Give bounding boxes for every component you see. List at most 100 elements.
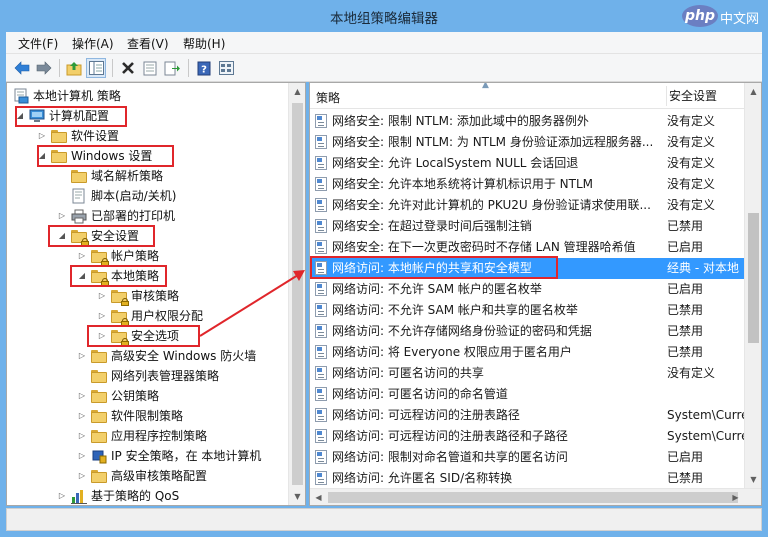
export-list-icon[interactable] bbox=[162, 58, 182, 78]
column-setting[interactable]: 安全设置 bbox=[666, 86, 717, 106]
menu-file[interactable]: 文件(F) bbox=[18, 35, 58, 52]
list-vertical-scrollbar[interactable]: ▲ ▼ bbox=[744, 83, 761, 488]
scroll-down-icon[interactable]: ▼ bbox=[289, 488, 305, 505]
policy-setting: 已启用 bbox=[667, 240, 704, 254]
table-row[interactable]: 网络访问: 可远程访问的注册表路径和子路径 System\Curre bbox=[310, 426, 746, 447]
folder-icon bbox=[91, 368, 107, 384]
table-row[interactable]: 网络安全: 允许本地系统将计算机标识用于 NTLM 没有定义 bbox=[310, 174, 746, 195]
up-folder-icon[interactable] bbox=[64, 58, 84, 78]
tree-firewall-label: 高级安全 Windows 防火墙 bbox=[111, 349, 257, 363]
policy-setting: 没有定义 bbox=[667, 156, 716, 170]
table-row[interactable]: 网络安全: 在下一次更改密码时不存储 LAN 管理器哈希值 已启用 bbox=[310, 237, 746, 258]
collapse-triangle-icon[interactable]: ◢ bbox=[37, 146, 47, 166]
expand-triangle-icon[interactable]: ▷ bbox=[97, 326, 107, 346]
policy-doc-icon bbox=[315, 387, 329, 402]
folder-icon bbox=[91, 408, 107, 424]
policy-name: 网络访问: 可匿名访问的共享 bbox=[332, 366, 484, 380]
secure-folder-icon bbox=[71, 228, 89, 246]
menu-action[interactable]: 操作(A) bbox=[72, 35, 114, 52]
policy-doc-icon bbox=[315, 177, 329, 192]
table-row[interactable]: 网络安全: 在超过登录时间后强制注销 已禁用 bbox=[310, 216, 746, 237]
svg-text:?: ? bbox=[201, 64, 207, 75]
policy-name: 网络访问: 可匿名访问的命名管道 bbox=[332, 387, 508, 401]
policy-name: 网络安全: 在下一次更改密码时不存储 LAN 管理器哈希值 bbox=[332, 240, 636, 254]
help-icon[interactable]: ? bbox=[194, 58, 214, 78]
folder-icon bbox=[91, 468, 107, 484]
expand-triangle-icon[interactable]: ▷ bbox=[77, 346, 87, 366]
table-row[interactable]: 网络访问: 限制对命名管道和共享的匿名访问 已启用 bbox=[310, 447, 746, 468]
expand-triangle-icon[interactable]: ▷ bbox=[77, 466, 87, 486]
tree-account-policies-label: 帐户策略 bbox=[111, 249, 160, 263]
policy-doc-icon bbox=[315, 114, 329, 129]
delete-icon[interactable] bbox=[118, 58, 138, 78]
secure-folder-icon bbox=[91, 268, 109, 286]
expand-triangle-icon[interactable]: ▷ bbox=[97, 306, 107, 326]
table-row[interactable]: 网络访问: 不允许 SAM 帐户的匿名枚举 已启用 bbox=[310, 279, 746, 300]
policy-list[interactable]: ▲ 策略 安全设置 网络安全: 限制 NTLM: 添加此域中的服务器例外 没有定义… bbox=[309, 82, 762, 506]
collapse-triangle-icon[interactable]: ◢ bbox=[57, 226, 67, 246]
watermark-site: 中文网 bbox=[720, 12, 760, 27]
secure-folder-icon bbox=[111, 308, 129, 326]
table-row[interactable]: 网络访问: 允许匿名 SID/名称转换 已禁用 bbox=[310, 468, 746, 489]
policy-doc-icon bbox=[315, 135, 329, 150]
expand-triangle-icon[interactable]: ▷ bbox=[77, 446, 87, 466]
tree-printers-label: 已部署的打印机 bbox=[91, 209, 176, 223]
table-row[interactable]: 网络访问: 本地帐户的共享和安全模型 经典 - 对本地 bbox=[310, 258, 746, 279]
collapse-triangle-icon[interactable]: ◢ bbox=[77, 266, 87, 286]
table-row[interactable]: 网络访问: 将 Everyone 权限应用于匿名用户 已禁用 bbox=[310, 342, 746, 363]
table-row[interactable]: 网络访问: 可匿名访问的命名管道 bbox=[310, 384, 746, 405]
policy-name: 网络访问: 可远程访问的注册表路径 bbox=[332, 408, 520, 422]
scrollbar-thumb[interactable] bbox=[328, 492, 738, 503]
scroll-down-icon[interactable]: ▼ bbox=[745, 471, 761, 488]
expand-triangle-icon[interactable]: ▷ bbox=[37, 126, 47, 146]
table-row[interactable]: 网络访问: 可远程访问的注册表路径 System\Curre bbox=[310, 405, 746, 426]
properties-icon[interactable] bbox=[140, 58, 160, 78]
menu-help[interactable]: 帮助(H) bbox=[183, 35, 225, 52]
back-arrow-icon[interactable] bbox=[12, 58, 32, 78]
expand-triangle-icon[interactable]: ▷ bbox=[57, 206, 67, 226]
scrollbar-thumb[interactable] bbox=[292, 103, 303, 485]
scroll-up-icon[interactable]: ▲ bbox=[745, 83, 761, 100]
expand-triangle-icon[interactable]: ▷ bbox=[97, 286, 107, 306]
folder-icon bbox=[71, 168, 87, 184]
expand-triangle-icon[interactable]: ▷ bbox=[77, 386, 87, 406]
column-policy[interactable]: 策略 bbox=[316, 89, 340, 106]
table-row[interactable]: 网络访问: 不允许存储网络身份验证的密码和凭据 已禁用 bbox=[310, 321, 746, 342]
scroll-up-icon[interactable]: ▲ bbox=[289, 83, 305, 100]
tree-scrollbar[interactable]: ▲ ▼ bbox=[288, 83, 305, 505]
scroll-right-icon[interactable]: ▶ bbox=[727, 489, 744, 505]
table-row[interactable]: 网络访问: 可匿名访问的共享 没有定义 bbox=[310, 363, 746, 384]
title-bar[interactable]: 本地组策略编辑器 php 中文网 bbox=[0, 0, 768, 32]
policy-setting: 没有定义 bbox=[667, 135, 716, 149]
view-icon[interactable] bbox=[216, 58, 236, 78]
table-row[interactable]: 网络访问: 不允许 SAM 帐户和共享的匿名枚举 已禁用 bbox=[310, 300, 746, 321]
table-row[interactable]: 网络安全: 限制 NTLM: 为 NTLM 身份验证添加远程服务器... 没有定义 bbox=[310, 132, 746, 153]
script-icon bbox=[71, 188, 87, 204]
window-title: 本地组策略编辑器 bbox=[330, 11, 438, 27]
policy-doc-icon bbox=[315, 366, 329, 381]
policy-setting: 已启用 bbox=[667, 282, 704, 296]
forward-arrow-icon[interactable] bbox=[34, 58, 54, 78]
scrollbar-thumb[interactable] bbox=[748, 213, 759, 343]
expand-triangle-icon[interactable]: ▷ bbox=[77, 426, 87, 446]
expand-triangle-icon[interactable]: ▷ bbox=[77, 246, 87, 266]
tree-scripts-label: 脚本(启动/关机) bbox=[91, 189, 177, 203]
tree-qos-label: 基于策略的 QoS bbox=[91, 489, 180, 503]
list-horizontal-scrollbar[interactable]: ◀ ▶ bbox=[310, 488, 761, 505]
expand-triangle-icon[interactable]: ▷ bbox=[77, 406, 87, 426]
policy-setting: 没有定义 bbox=[667, 366, 716, 380]
show-hide-tree-icon[interactable] bbox=[86, 58, 106, 78]
table-row[interactable]: 网络安全: 限制 NTLM: 添加此域中的服务器例外 没有定义 bbox=[310, 111, 746, 132]
table-row[interactable]: 网络安全: 允许 LocalSystem NULL 会话回退 没有定义 bbox=[310, 153, 746, 174]
menu-view[interactable]: 查看(V) bbox=[127, 35, 169, 52]
collapse-triangle-icon[interactable]: ◢ bbox=[15, 106, 25, 126]
scroll-left-icon[interactable]: ◀ bbox=[310, 489, 327, 505]
policy-name: 网络安全: 允许对此计算机的 PKU2U 身份验证请求使用联... bbox=[332, 198, 651, 212]
policy-setting: 已禁用 bbox=[667, 345, 704, 359]
policy-tree[interactable]: 本地计算机 策略 ◢ 计算机配置 ▷ 软件设置 ◢ Windows 设置 域名解… bbox=[6, 82, 306, 506]
table-row[interactable]: 网络安全: 允许对此计算机的 PKU2U 身份验证请求使用联... 没有定义 bbox=[310, 195, 746, 216]
tree-security-options-label: 安全选项 bbox=[131, 329, 180, 343]
expand-triangle-icon[interactable]: ▷ bbox=[57, 486, 67, 505]
tree-name-resolution-label: 域名解析策略 bbox=[91, 169, 164, 183]
policy-doc-icon bbox=[315, 429, 329, 444]
